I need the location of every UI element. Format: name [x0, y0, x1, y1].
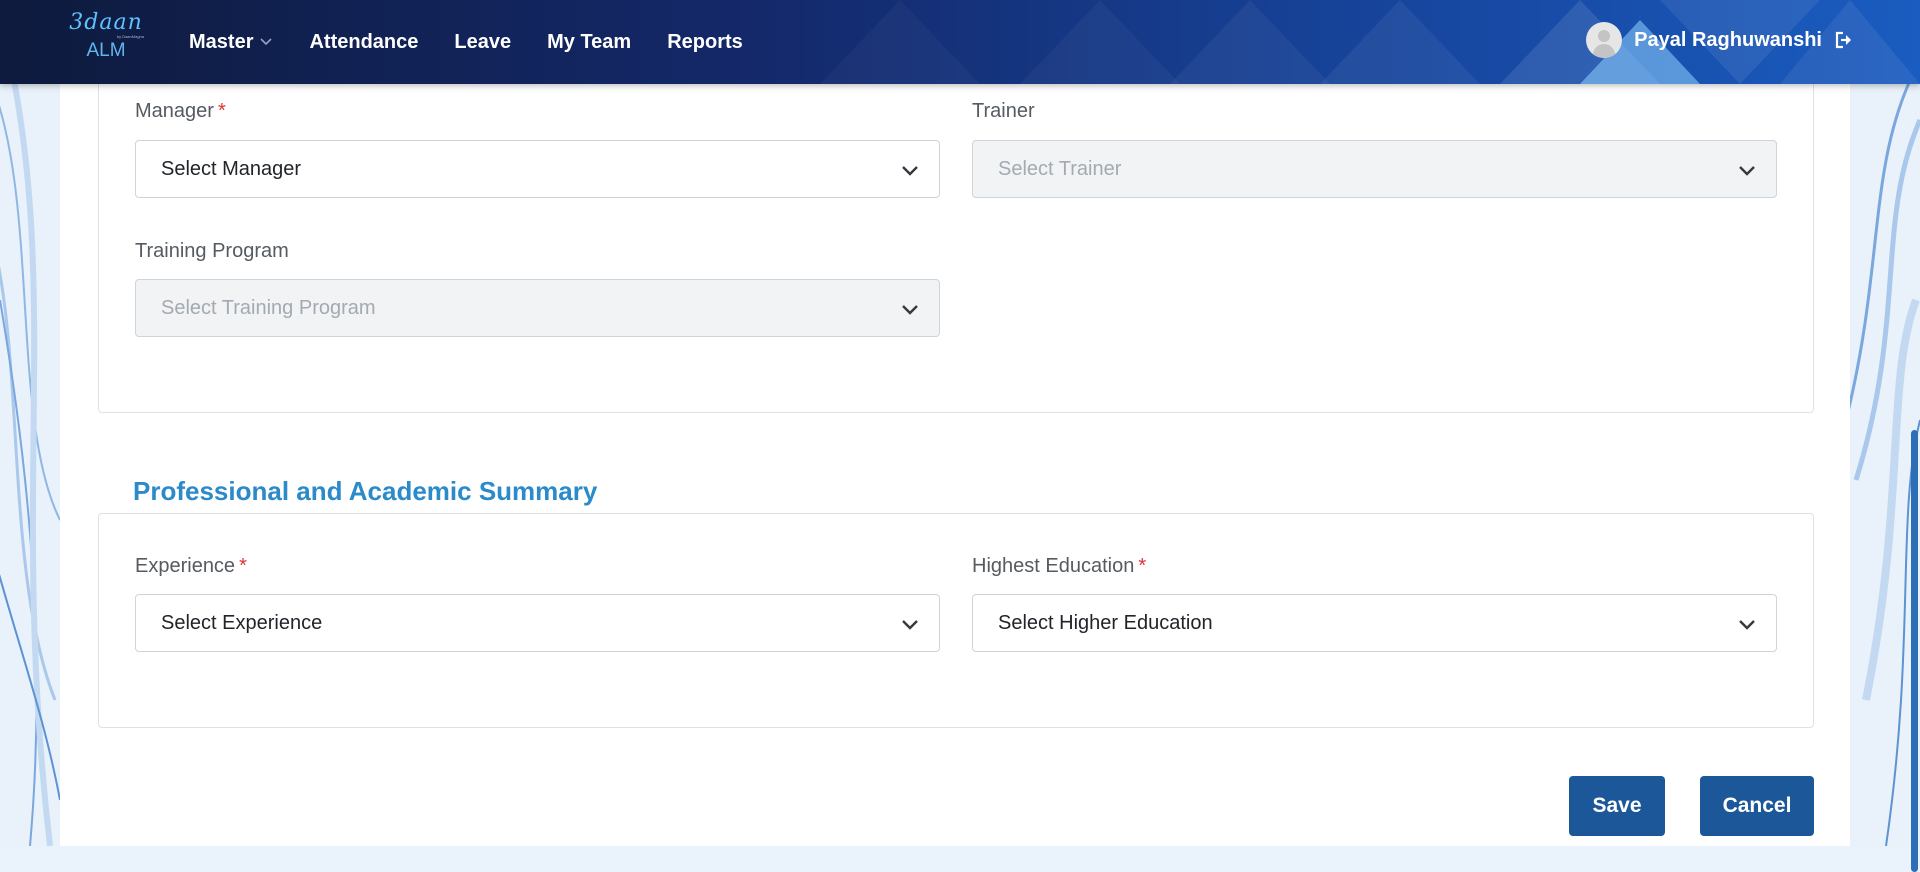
- manager-select-value: Select Manager: [161, 157, 302, 180]
- chevron-down-icon: [1738, 614, 1756, 637]
- chevron-down-icon: [901, 614, 919, 637]
- chevron-down-icon: [901, 160, 919, 183]
- nav-item-leave[interactable]: Leave: [454, 31, 511, 54]
- background-swirl-right: [1846, 0, 1920, 846]
- required-marker: *: [1138, 555, 1147, 577]
- top-navbar: 3daan by DaanMagna ALM Master Attendance…: [0, 0, 1920, 84]
- trainer-select-value: Select Trainer: [998, 157, 1122, 180]
- nav-item-label: Reports: [667, 30, 743, 53]
- main-nav: Master Attendance Leave My Team Reports: [189, 0, 779, 84]
- nav-item-label: Leave: [454, 30, 512, 53]
- chevron-down-icon: [1738, 160, 1756, 183]
- nav-item-label: Master: [189, 30, 254, 53]
- required-marker: *: [239, 555, 247, 577]
- page-scrollbar[interactable]: [1910, 84, 1920, 872]
- experience-select[interactable]: Select Experience: [135, 594, 940, 652]
- chevron-down-icon: [259, 34, 273, 50]
- app-logo[interactable]: 3daan by DaanMagna ALM: [64, 10, 148, 74]
- nav-item-my-team[interactable]: My Team: [547, 31, 631, 54]
- form-panel: Manager * Select Manager Trainer Select T…: [60, 74, 1850, 846]
- manager-select[interactable]: Select Manager: [135, 140, 940, 198]
- experience-label: Experience *: [135, 555, 247, 577]
- scrollbar-thumb[interactable]: [1911, 430, 1918, 872]
- avatar: [1586, 22, 1623, 58]
- nav-item-label: My Team: [547, 30, 632, 53]
- assignment-card: [98, 74, 1814, 413]
- nav-item-attendance[interactable]: Attendance: [309, 31, 418, 54]
- training-program-select-value: Select Training Program: [161, 296, 376, 319]
- logo-tagline: by DaanMagna: [116, 34, 144, 39]
- highest-education-label: Highest Education *: [972, 555, 1147, 577]
- logout-icon[interactable]: [1834, 31, 1854, 49]
- training-program-label: Training Program: [135, 240, 289, 262]
- user-name: Payal Raghuwanshi: [1634, 28, 1822, 51]
- background-swirl-left: [0, 0, 60, 846]
- highest-education-select-value: Select Higher Education: [998, 611, 1213, 634]
- trainer-label: Trainer: [972, 100, 1035, 122]
- manager-label: Manager *: [135, 100, 226, 122]
- save-button[interactable]: Save: [1569, 776, 1665, 836]
- nav-item-master[interactable]: Master: [189, 31, 273, 54]
- required-marker: *: [217, 100, 226, 122]
- nav-item-reports[interactable]: Reports: [667, 31, 743, 54]
- training-program-select[interactable]: Select Training Program: [135, 279, 940, 337]
- chevron-down-icon: [901, 299, 919, 322]
- highest-education-select[interactable]: Select Higher Education: [972, 594, 1777, 652]
- logo-subtitle: ALM: [86, 40, 126, 61]
- trainer-select[interactable]: Select Trainer: [972, 140, 1777, 198]
- user-menu[interactable]: Payal Raghuwanshi: [1586, 0, 1854, 80]
- logo-brand: 3daan: [69, 10, 143, 35]
- section-title: Professional and Academic Summary: [133, 476, 598, 506]
- experience-select-value: Select Experience: [161, 611, 323, 634]
- cancel-button[interactable]: Cancel: [1700, 776, 1814, 836]
- nav-item-label: Attendance: [309, 30, 419, 53]
